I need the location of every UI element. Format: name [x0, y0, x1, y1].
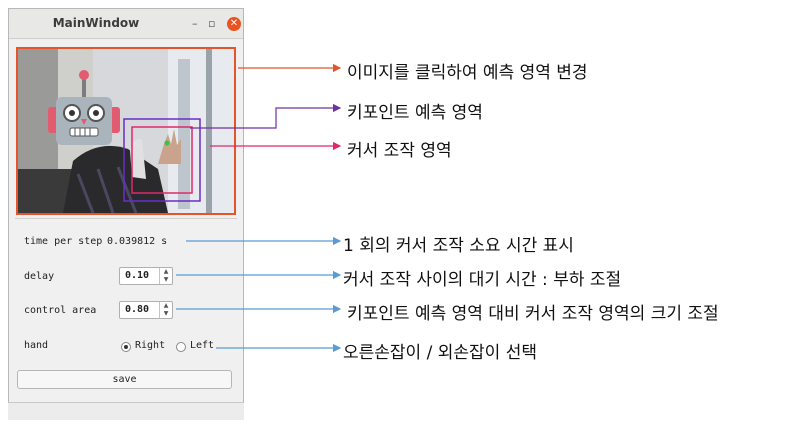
camera-frame: [18, 49, 234, 213]
title-bar[interactable]: MainWindow – ▫ ✕: [9, 9, 243, 39]
close-button[interactable]: ✕: [227, 17, 241, 31]
delay-spinbox[interactable]: 0.10 ▲ ▼: [119, 267, 173, 285]
annotation-cursor: 커서 조작 영역: [347, 141, 452, 161]
delay-stepper-arrows-icon[interactable]: ▲ ▼: [159, 268, 172, 284]
hand-left-label[interactable]: Left: [190, 340, 214, 351]
maximize-button[interactable]: ▫: [208, 17, 215, 31]
delay-label: delay: [24, 271, 55, 282]
keypoint-dot: [164, 140, 170, 146]
window-title: MainWindow: [52, 16, 140, 30]
time-per-step-label: time per step: [24, 236, 103, 247]
minimize-button[interactable]: –: [192, 17, 198, 31]
annotation-time: 1 회의 커서 조작 소요 시간 표시: [343, 236, 574, 256]
divider: [15, 218, 237, 219]
hand-label: hand: [24, 340, 49, 351]
annotation-control-area: 키포인트 예측 영역 대비 커서 조작 영역의 크기 조절: [347, 304, 719, 324]
control-area-spinbox[interactable]: 0.80 ▲ ▼: [119, 301, 173, 319]
camera-preview[interactable]: [16, 47, 236, 215]
hand-right-radio[interactable]: [121, 342, 131, 352]
hand-left-radio[interactable]: [176, 342, 186, 352]
annotation-image-click: 이미지를 클릭하여 예측 영역 변경: [347, 63, 588, 83]
control-area-stepper-arrows-icon[interactable]: ▲ ▼: [159, 302, 172, 318]
save-button[interactable]: save: [17, 370, 232, 389]
status-bar: [8, 402, 244, 420]
time-per-step-value: 0.039812 s: [107, 236, 168, 247]
control-area-value: 0.80: [125, 304, 150, 315]
delay-value: 0.10: [125, 270, 150, 281]
control-area-label: control area: [24, 305, 97, 316]
hand-right-label[interactable]: Right: [135, 340, 165, 351]
annotation-delay: 커서 조작 사이의 대기 시간 : 부하 조절: [343, 270, 622, 290]
annotation-hand: 오른손잡이 / 외손잡이 선택: [343, 343, 537, 363]
main-window: MainWindow – ▫ ✕ time per step 0.039812 …: [8, 8, 244, 420]
annotation-keypoint: 키포인트 예측 영역: [347, 103, 483, 123]
